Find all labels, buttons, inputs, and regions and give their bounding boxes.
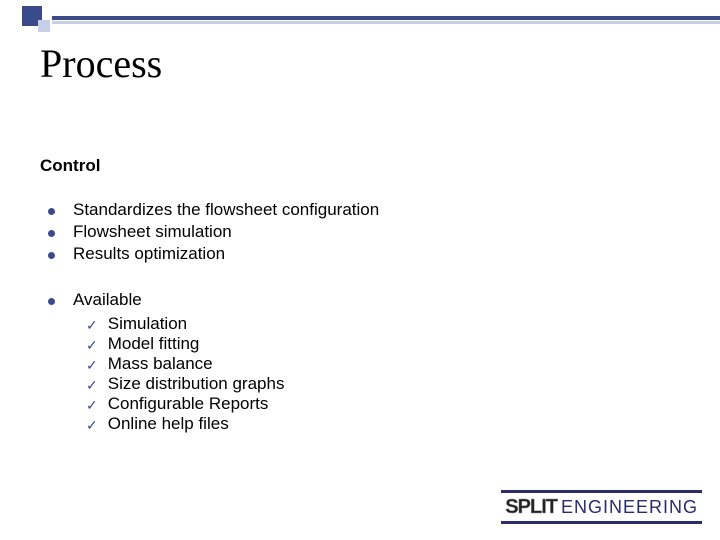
check-icon: ✓ — [86, 337, 98, 354]
check-icon: ✓ — [86, 417, 98, 434]
list-item-text: Model fitting — [108, 334, 200, 354]
list-item-text: Flowsheet simulation — [73, 222, 232, 242]
list-item-text: Simulation — [108, 314, 187, 334]
top-decoration — [0, 0, 720, 32]
list-item: ✓ Model fitting — [86, 334, 284, 354]
list-item: ✓ Configurable Reports — [86, 394, 284, 414]
list-item-text: Standardizes the flowsheet configuration — [73, 200, 379, 220]
bullet-dot-icon — [48, 298, 55, 305]
list-item: ✓ Size distribution graphs — [86, 374, 284, 394]
list-item-text: Configurable Reports — [108, 394, 269, 414]
check-icon: ✓ — [86, 397, 98, 414]
accent-square-light — [38, 20, 50, 32]
list-item-text: Available — [73, 290, 142, 310]
check-icon: ✓ — [86, 317, 98, 334]
list-item: Results optimization — [48, 244, 379, 264]
slide: Process Control Standardizes the flowshe… — [0, 0, 720, 540]
list-item-text: Results optimization — [73, 244, 225, 264]
check-icon: ✓ — [86, 357, 98, 374]
slide-title: Process — [40, 40, 162, 87]
list-item-text: Size distribution graphs — [108, 374, 285, 394]
bullet-dot-icon — [48, 230, 55, 237]
list-item: ✓ Online help files — [86, 414, 284, 434]
list-item: Standardizes the flowsheet configuration — [48, 200, 379, 220]
logo-text-split: SPLIT — [505, 496, 557, 519]
list-item-text: Mass balance — [108, 354, 213, 374]
logo-text-engineering: ENGINEERING — [561, 497, 698, 518]
bullet-list-secondary: Available — [48, 290, 142, 310]
check-icon: ✓ — [86, 377, 98, 394]
bullet-dot-icon — [48, 252, 55, 259]
section-heading: Control — [40, 156, 100, 176]
list-item-text: Online help files — [108, 414, 229, 434]
sub-bullet-list: ✓ Simulation ✓ Model fitting ✓ Mass bala… — [86, 314, 284, 434]
rule-light — [52, 21, 720, 24]
company-logo: SPLIT ENGINEERING — [501, 490, 702, 524]
list-item: ✓ Mass balance — [86, 354, 284, 374]
list-item: ✓ Simulation — [86, 314, 284, 334]
bullet-dot-icon — [48, 208, 55, 215]
list-item: Available — [48, 290, 142, 310]
list-item: Flowsheet simulation — [48, 222, 379, 242]
bullet-list-primary: Standardizes the flowsheet configuration… — [48, 200, 379, 266]
rule-dark — [52, 16, 720, 20]
